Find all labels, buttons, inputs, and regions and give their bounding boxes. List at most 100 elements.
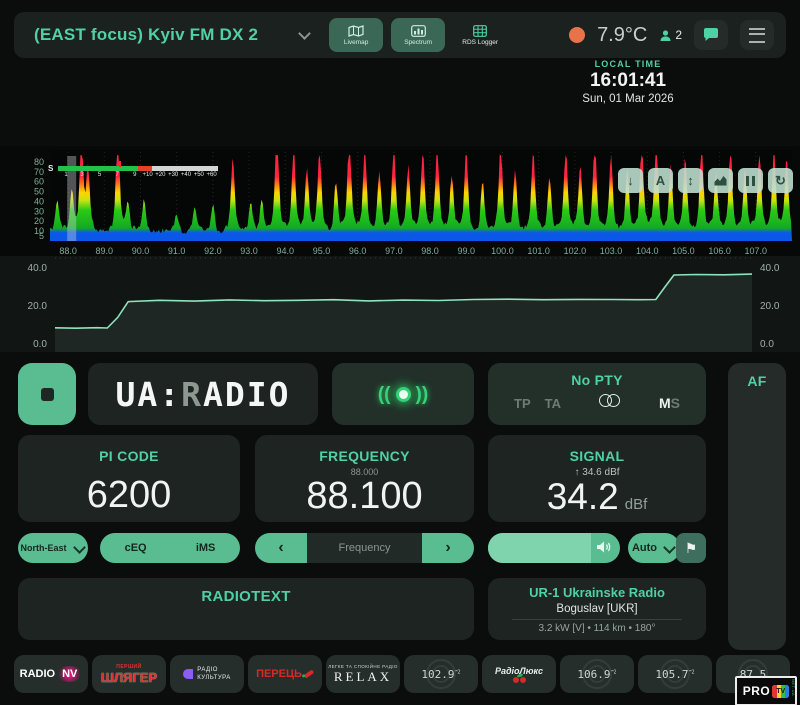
local-time-label: LOCAL TIME: [528, 59, 728, 69]
ukraine-flag-icon: [266, 28, 288, 43]
rds-logger-button[interactable]: RDS Logger: [453, 18, 507, 52]
preset-perets[interactable]: ПЕРЕЦЬ: [248, 655, 322, 693]
signal-value: 34.2: [547, 478, 619, 515]
svg-text:88.0: 88.0: [59, 246, 77, 256]
audio-mode-dropdown[interactable]: Auto: [628, 533, 680, 563]
frequency-value[interactable]: 88.100: [255, 477, 474, 515]
stereo-indicator-icon: [396, 387, 411, 402]
livemap-label: Livemap: [344, 39, 369, 46]
antenna-value: North-East: [20, 543, 66, 553]
perets-logo: ПЕРЕЦЬ: [256, 668, 302, 680]
protv-logo: PRO TV NET.UA: [735, 676, 797, 705]
preset-106-9[interactable]: 106.9™2: [560, 655, 634, 693]
graph-mode-button[interactable]: [708, 168, 733, 193]
s-meter-green-segment: [58, 166, 138, 171]
svg-text:70: 70: [34, 167, 44, 177]
frequency-up-button[interactable]: ›: [422, 533, 474, 563]
af-list-panel: AF: [728, 363, 786, 650]
speaker-icon[interactable]: [596, 540, 612, 559]
svg-text:40.0: 40.0: [760, 263, 780, 274]
ims-button[interactable]: iMS: [196, 542, 216, 554]
ms-music-flag: M: [659, 395, 671, 411]
svg-text:20: 20: [34, 216, 44, 226]
pty-value: No PTY: [514, 372, 680, 388]
autoscale-button[interactable]: A: [648, 168, 673, 193]
kultura-line1: РАДІО: [197, 667, 218, 673]
s-meter-marker: [119, 161, 121, 167]
kultura-line2: КУЛЬТУРА: [197, 675, 231, 681]
tune-stop-button[interactable]: [18, 363, 76, 425]
fm-dx-webserver-app: (EAST focus) Kyiv FM DX 2 Livemap Spectr…: [0, 0, 800, 705]
local-date-value: Sun, 01 Mar 2026: [528, 93, 728, 105]
svg-text:95.0: 95.0: [313, 246, 331, 256]
svg-text:60: 60: [34, 177, 44, 187]
frequency-panel: FREQUENCY 88.000 88.100: [255, 435, 474, 522]
svg-text:96.0: 96.0: [349, 246, 367, 256]
svg-text:97.0: 97.0: [385, 246, 403, 256]
ceq-button[interactable]: cEQ: [125, 542, 147, 554]
s-meter-tick: 3: [80, 172, 83, 178]
signal-unit[interactable]: dBf: [625, 496, 648, 513]
s-meter-tick: +60: [207, 172, 217, 178]
rds-logger-label: RDS Logger: [462, 39, 498, 46]
preset-radio-lux[interactable]: РадіоЛюкс: [482, 655, 556, 693]
preset-relax[interactable]: ЛЕГКЕ ТА СПОКІЙНЕ РАДІО RELAX: [326, 655, 400, 693]
svg-text:0.0: 0.0: [760, 339, 774, 350]
svg-text:102.0: 102.0: [564, 246, 587, 256]
spectrum-button[interactable]: Spectrum: [391, 18, 445, 52]
chat-button[interactable]: [694, 20, 728, 50]
ms-speech-flag: S: [671, 395, 680, 411]
livemap-button[interactable]: Livemap: [329, 18, 383, 52]
svg-text:30: 30: [34, 206, 44, 216]
pi-code-panel: PI CODE 6200: [18, 435, 240, 522]
svg-text:107.0: 107.0: [745, 246, 768, 256]
station-info-panel[interactable]: UR-1 Ukrainske Radio Boguslav [UKR] 3.2 …: [488, 578, 706, 640]
s-meter-tick: 5: [98, 172, 101, 178]
table-icon: [473, 25, 487, 37]
svg-text:20.0: 20.0: [760, 301, 780, 312]
refresh-button[interactable]: ↻: [768, 168, 793, 193]
svg-text:100.0: 100.0: [491, 246, 514, 256]
protv-tv-text: TV: [772, 685, 789, 698]
download-icon: ↓: [627, 173, 634, 188]
chevron-down-icon[interactable]: [298, 27, 311, 40]
af-label: AF: [728, 373, 786, 389]
antenna-dropdown[interactable]: North-East: [18, 533, 88, 563]
station-details: 3.2 kW [V] • 114 km • 180°: [488, 623, 706, 634]
listener-number: 2: [675, 28, 682, 42]
broadcast-wave-left-icon: ((: [378, 385, 391, 404]
pause-button[interactable]: [738, 168, 763, 193]
spectrum-toolbar: ↓ A ↕ ↻: [618, 168, 793, 193]
svg-text:104.0: 104.0: [636, 246, 659, 256]
updown-arrow-icon: ↕: [687, 173, 694, 188]
preset-105-7[interactable]: 105.7™2: [638, 655, 712, 693]
preset-shlyager[interactable]: ПЕРШИЙ ШЛЯГЕР: [92, 655, 166, 693]
frequency-stepper: ‹ Frequency ›: [255, 533, 474, 563]
s-meter-tick: 9: [133, 172, 136, 178]
station-name[interactable]: UR-1 Ukrainske Radio: [488, 585, 706, 600]
frequency-down-button[interactable]: ‹: [255, 533, 307, 563]
scale-toggle-button[interactable]: ↕: [678, 168, 703, 193]
flag-icon: ⚑: [685, 540, 698, 557]
s-meter-label: S: [48, 164, 53, 173]
kultura-icon: [183, 669, 193, 679]
station-preset-bar: RADIONV ПЕРШИЙ ШЛЯГЕР РАДІО КУЛЬТУРА ПЕРЕ…: [14, 655, 790, 693]
volume-slider[interactable]: [488, 533, 620, 563]
s-meter-tick: 1: [64, 172, 67, 178]
pty-panel: No PTY TP TA MS: [488, 363, 706, 425]
svg-text:40: 40: [34, 197, 44, 207]
preset-102-9[interactable]: 102.9™2: [404, 655, 478, 693]
server-title[interactable]: (EAST focus) Kyiv FM DX 2: [34, 25, 258, 45]
pepper-icon: [304, 669, 314, 678]
download-button[interactable]: ↓: [618, 168, 643, 193]
report-flag-button[interactable]: ⚑: [676, 533, 706, 563]
s-meter: S 13579+10+20+30+40+50+60: [58, 166, 218, 182]
tp-flag: TP: [514, 396, 531, 411]
temperature-value: 7.9°C: [597, 24, 647, 47]
preset-radio-kultura[interactable]: РАДІО КУЛЬТУРА: [170, 655, 244, 693]
preset-radio-nv[interactable]: RADIONV: [14, 655, 88, 693]
svg-text:106.0: 106.0: [708, 246, 731, 256]
signal-history-chart: 40.040.020.020.00.00.0: [0, 256, 800, 352]
menu-button[interactable]: [740, 20, 774, 50]
station-location: Boguslav [UKR]: [488, 603, 706, 615]
